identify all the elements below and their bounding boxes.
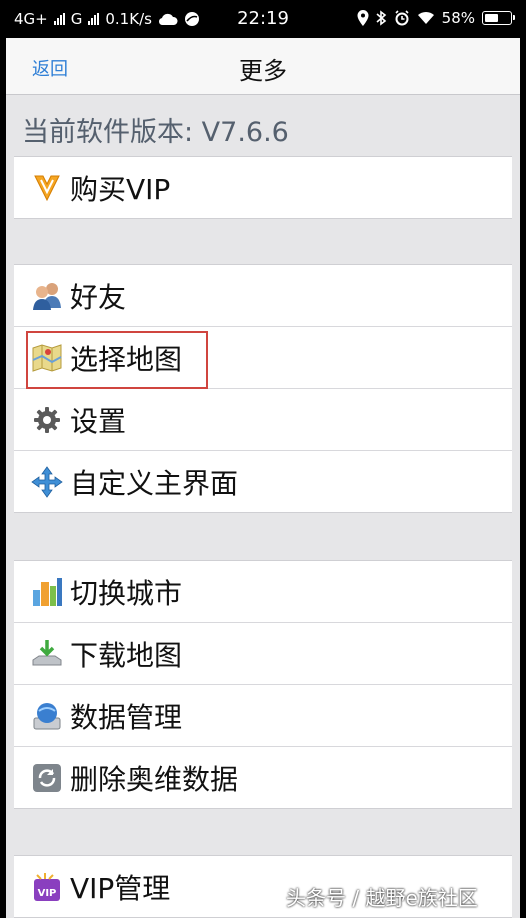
group-general: 好友 选择地图 设置 自定义主界面 [14,264,512,513]
menu-item-label: 自定义主界面 [70,466,239,500]
version-text: 当前软件版本: V7.6.6 [22,117,289,148]
menu-item-label: 购买VIP [70,172,171,206]
friends-icon [30,279,64,313]
menu-item-buy-vip[interactable]: 购买VIP [14,157,512,218]
phone-screen: 4G+ G 0.1K/s 22:19 58% 返回 更多 当前软件版本: V7.… [6,0,520,918]
status-bar: 4G+ G 0.1K/s 22:19 58% [6,0,520,38]
battery-percent: 58% [441,9,475,27]
menu-item-label: 数据管理 [70,700,183,734]
menu-item-select-map[interactable]: 选择地图 [14,327,512,389]
location-icon [357,10,369,26]
status-right: 58% [357,9,515,27]
menu-item-label: 切换城市 [70,576,183,610]
vip-badge-icon [30,171,64,205]
group-vip: 购买VIP [14,156,512,219]
refresh-icon [30,761,64,795]
map-icon [30,341,64,375]
menu-item-label: VIP管理 [70,871,171,905]
group-data: 切换城市 下载地图 数据管理 删除奥维数据 [14,560,512,809]
menu-item-switch-city[interactable]: 切换城市 [14,561,512,623]
menu-item-friends[interactable]: 好友 [14,265,512,327]
menu-item-label: 下载地图 [70,638,183,672]
download-icon [30,637,64,671]
menu-item-label: 选择地图 [70,342,183,376]
menu-item-label: 删除奥维数据 [70,762,239,796]
vip-manage-icon: VIP [30,870,64,904]
database-icon [30,699,64,733]
menu-item-data-management[interactable]: 数据管理 [14,685,512,747]
nav-bar: 返回 更多 [6,38,520,95]
bluetooth-icon [376,10,386,26]
watermark: 头条号 / 越野e族社区 [286,886,478,910]
menu-item-label: 设置 [70,404,127,438]
menu-item-download-map[interactable]: 下载地图 [14,623,512,685]
battery-icon [482,11,515,25]
alarm-icon [395,10,409,26]
menu-item-label: 好友 [70,280,127,314]
menu-item-delete-data[interactable]: 删除奥维数据 [14,747,512,808]
gear-icon [30,403,64,437]
wifi-icon [417,11,434,24]
menu-item-settings[interactable]: 设置 [14,389,512,451]
arrows-icon [30,465,64,499]
page-title: 更多 [239,57,287,85]
city-icon [30,575,64,609]
svg-text:VIP: VIP [38,888,57,899]
menu-item-customize-home[interactable]: 自定义主界面 [14,451,512,512]
